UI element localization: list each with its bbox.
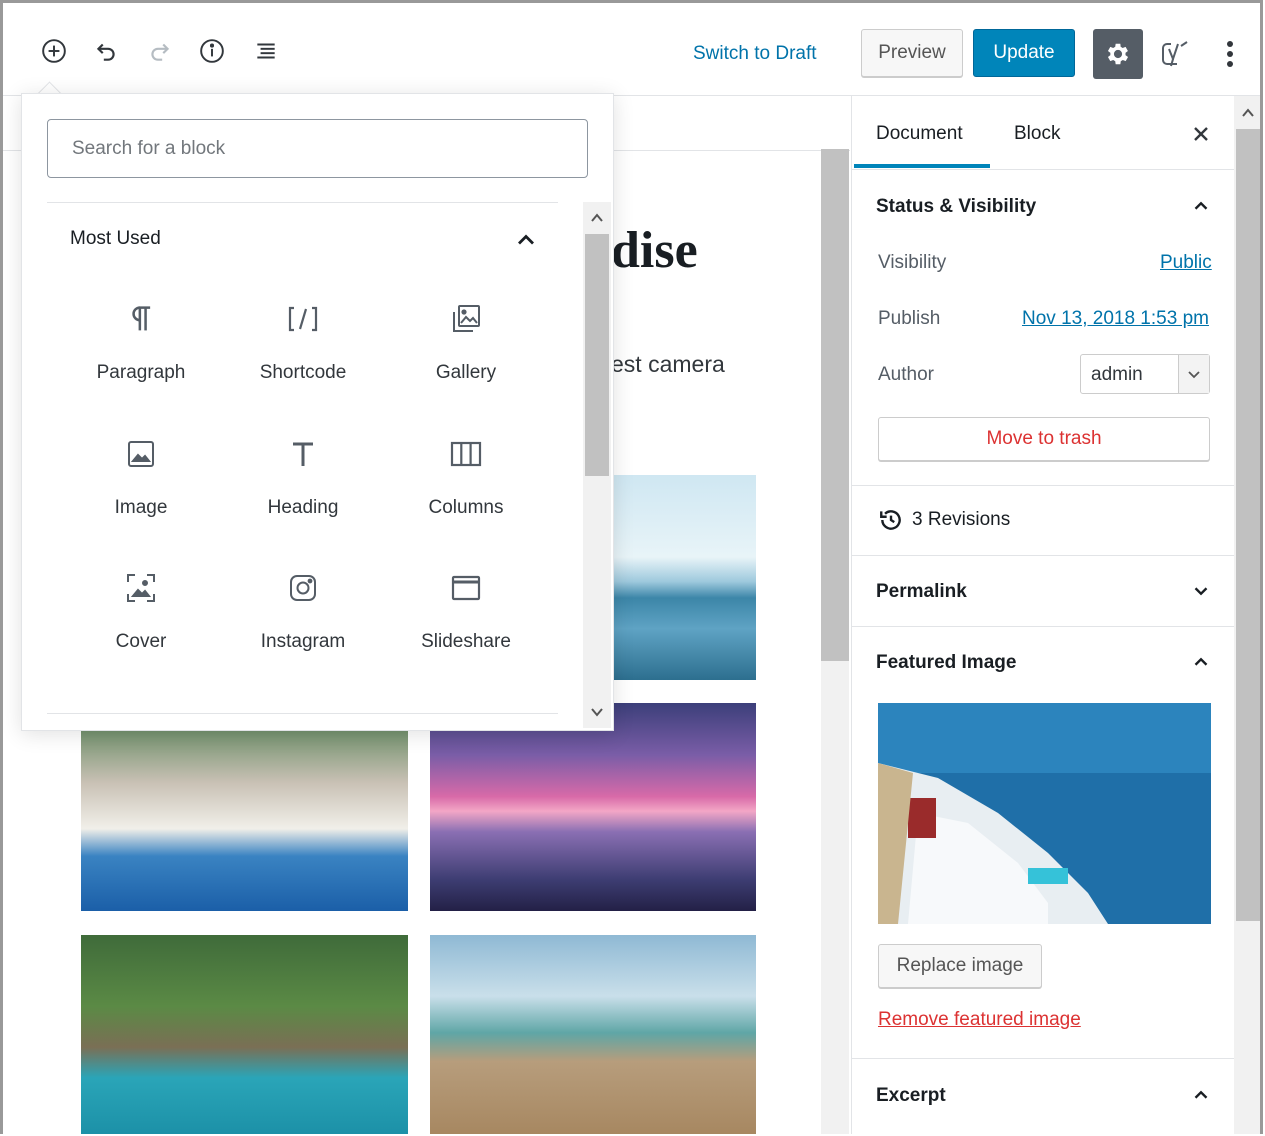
- chevron-up-icon[interactable]: [512, 226, 540, 254]
- sidebar-tabs: Document Block: [852, 96, 1234, 170]
- undo-icon[interactable]: [91, 36, 121, 66]
- block-label: Heading: [267, 497, 339, 518]
- editor-scrollbar-thumb[interactable]: [821, 149, 849, 661]
- gallery-icon: [391, 294, 541, 344]
- revisions-label: 3 Revisions: [912, 509, 1011, 530]
- block-label: Columns: [428, 497, 504, 518]
- close-icon: [1194, 127, 1208, 141]
- chevron-up-icon[interactable]: [1187, 192, 1215, 220]
- settings-sidebar: Document Block Status & Visibility Visib…: [851, 96, 1234, 1134]
- permalink-header[interactable]: Permalink: [876, 581, 967, 603]
- block-inserter-popover: Most Used Paragraph Shortcode Gallery: [21, 93, 614, 731]
- publish-label: Publish: [878, 308, 941, 329]
- section-divider: [852, 555, 1234, 556]
- top-toolbar: Switch to Draft Preview Update: [3, 3, 1260, 96]
- gallery-photo-beach[interactable]: [430, 935, 756, 1134]
- heading-icon: [228, 429, 378, 479]
- chevron-up-icon[interactable]: [1187, 648, 1215, 676]
- post-title-fragment[interactable]: dise: [611, 221, 698, 280]
- block-label: Gallery: [435, 362, 497, 383]
- author-label: Author: [878, 364, 934, 385]
- switch-to-draft-link[interactable]: Switch to Draft: [693, 43, 817, 65]
- chevron-down-icon: [1178, 355, 1209, 393]
- most-used-title[interactable]: Most Used: [70, 228, 161, 250]
- image-icon: [66, 429, 216, 479]
- section-divider: [852, 1058, 1234, 1059]
- featured-image-preview[interactable]: [878, 703, 1211, 924]
- author-select-value: admin: [1091, 364, 1143, 385]
- block-item-instagram[interactable]: Instagram: [228, 563, 378, 683]
- block-search-input[interactable]: [47, 119, 588, 178]
- more-options-button[interactable]: [1215, 33, 1245, 75]
- block-item-cover[interactable]: Cover: [66, 563, 216, 683]
- block-item-heading[interactable]: Heading: [228, 429, 378, 549]
- close-sidebar-button[interactable]: [1187, 120, 1215, 148]
- redo-icon[interactable]: [145, 36, 175, 66]
- inserter-scrollbar-thumb[interactable]: [585, 234, 609, 476]
- status-visibility-header[interactable]: Status & Visibility: [876, 196, 1036, 218]
- update-button[interactable]: Update: [973, 29, 1075, 77]
- columns-icon: [391, 429, 541, 479]
- block-item-slideshare[interactable]: Slideshare: [391, 563, 541, 683]
- inserter-divider: [47, 202, 558, 203]
- block-item-gallery[interactable]: Gallery: [391, 294, 541, 414]
- block-label: Cover: [115, 631, 167, 652]
- paragraph-icon: [66, 294, 216, 344]
- history-icon: [880, 510, 901, 530]
- cover-icon: [66, 563, 216, 613]
- gallery-photo-sea[interactable]: [611, 475, 756, 680]
- block-label: Image: [114, 497, 168, 518]
- tab-block[interactable]: Block: [1014, 123, 1060, 145]
- settings-button[interactable]: [1093, 29, 1143, 79]
- sidebar-scrollbar-thumb[interactable]: [1236, 129, 1260, 921]
- block-label: Slideshare: [421, 631, 511, 652]
- yoast-button[interactable]: [1155, 33, 1195, 75]
- add-block-icon[interactable]: [39, 36, 69, 66]
- outline-icon[interactable]: [251, 36, 281, 66]
- active-tab-indicator: [854, 164, 990, 168]
- visibility-label: Visibility: [878, 252, 947, 273]
- featured-image-header[interactable]: Featured Image: [876, 652, 1016, 674]
- author-select[interactable]: admin: [1080, 354, 1210, 394]
- inserter-divider: [47, 713, 558, 714]
- block-item-image[interactable]: Image: [66, 429, 216, 549]
- yoast-icon: [1162, 41, 1188, 67]
- block-item-paragraph[interactable]: Paragraph: [66, 294, 216, 414]
- block-label: Paragraph: [96, 362, 186, 383]
- gallery-photo-resort[interactable]: [81, 935, 408, 1134]
- slideshare-icon: [391, 563, 541, 613]
- instagram-icon: [228, 563, 378, 613]
- more-vertical-icon: [1227, 41, 1233, 67]
- gallery-photo-boat[interactable]: [430, 703, 756, 911]
- preview-button[interactable]: Preview: [861, 29, 963, 77]
- paragraph-fragment[interactable]: est camera: [611, 351, 725, 378]
- scroll-up-icon[interactable]: [1236, 101, 1260, 125]
- chevron-down-icon[interactable]: [1187, 577, 1215, 605]
- block-label: Instagram: [260, 631, 346, 652]
- block-item-columns[interactable]: Columns: [391, 429, 541, 549]
- gear-icon: [1107, 43, 1129, 65]
- section-divider: [852, 626, 1234, 627]
- block-item-shortcode[interactable]: Shortcode: [228, 294, 378, 414]
- info-icon[interactable]: [197, 36, 227, 66]
- publish-date-link[interactable]: Nov 13, 2018 1:53 pm: [1022, 308, 1209, 330]
- visibility-link[interactable]: Public: [1160, 252, 1212, 274]
- tab-document[interactable]: Document: [876, 123, 963, 145]
- scroll-down-icon[interactable]: [585, 700, 609, 724]
- excerpt-header[interactable]: Excerpt: [876, 1085, 946, 1107]
- remove-featured-image-link[interactable]: Remove featured image: [878, 1009, 1081, 1031]
- block-label: Shortcode: [259, 362, 347, 383]
- shortcode-icon: [228, 294, 378, 344]
- scroll-up-icon[interactable]: [585, 206, 609, 230]
- section-divider: [852, 485, 1234, 486]
- editor-window: Switch to Draft Preview Update dise est …: [0, 0, 1263, 1134]
- replace-image-button[interactable]: Replace image: [878, 944, 1042, 988]
- move-to-trash-button[interactable]: Move to trash: [878, 417, 1210, 461]
- chevron-up-icon[interactable]: [1187, 1081, 1215, 1109]
- revisions-link[interactable]: 3 Revisions: [878, 507, 1010, 533]
- gallery-photo-pool[interactable]: [81, 728, 408, 911]
